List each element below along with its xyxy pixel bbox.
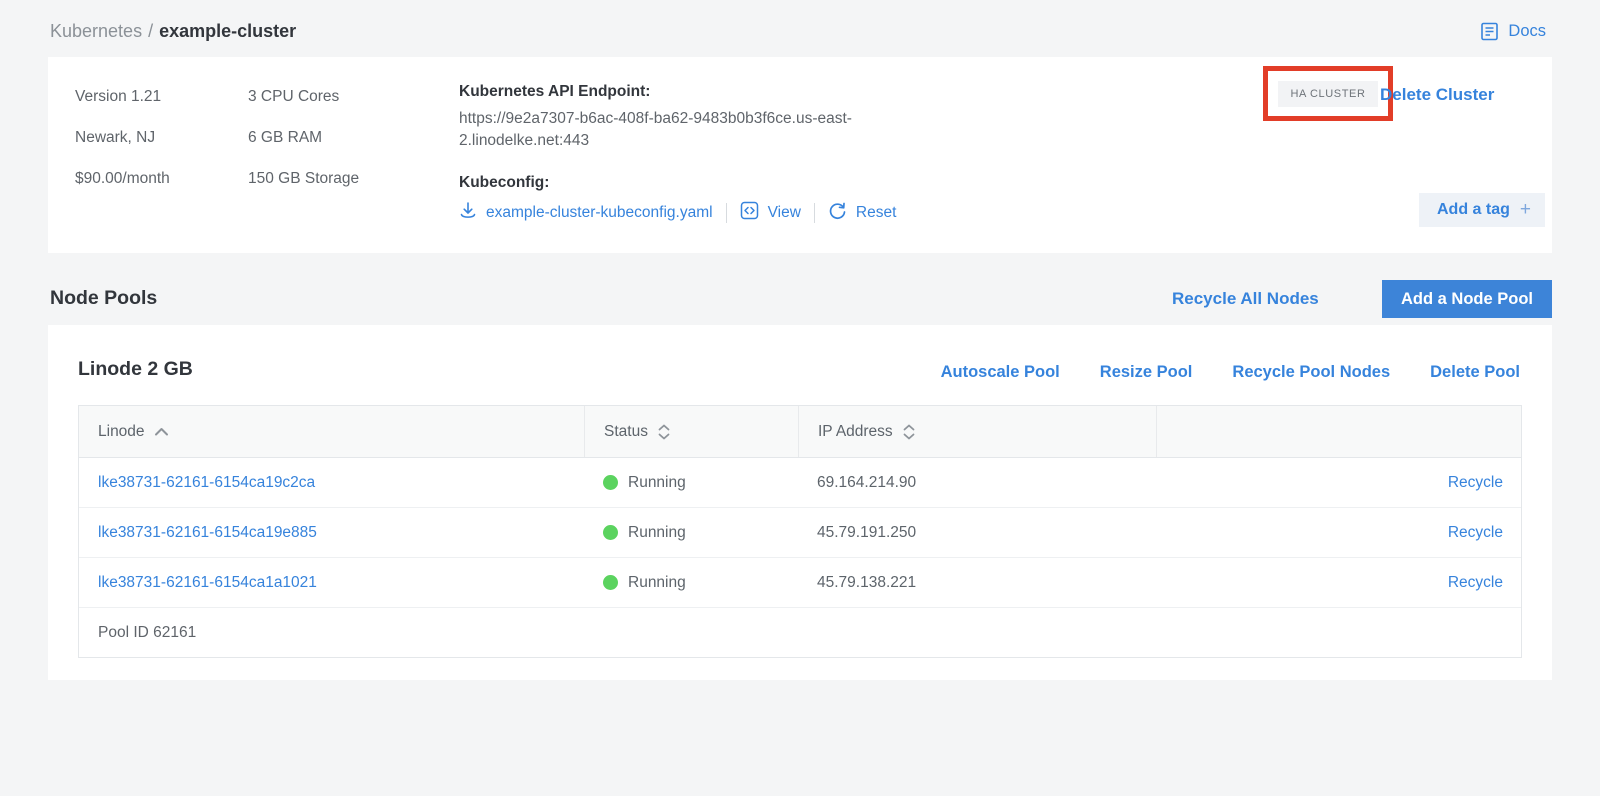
plus-icon: + — [1520, 199, 1531, 221]
code-view-icon — [740, 201, 759, 225]
status-badge: Running — [603, 524, 798, 542]
recycle-node-button[interactable]: Recycle — [1448, 574, 1503, 592]
add-node-pool-button[interactable]: Add a Node Pool — [1382, 280, 1552, 318]
cluster-specs-right: 3 CPU Cores 6 GB RAM 150 GB Storage — [248, 83, 359, 206]
resize-pool-button[interactable]: Resize Pool — [1100, 363, 1193, 382]
status-badge: Running — [603, 574, 798, 592]
cluster-cpu: 3 CPU Cores — [248, 83, 359, 124]
column-label-ip-address: IP Address — [818, 423, 893, 441]
linode-link[interactable]: lke38731-62161-6154ca19c2ca — [98, 474, 315, 491]
reset-label: Reset — [856, 204, 897, 222]
ha-cluster-highlight-box: HA CLUSTER — [1263, 66, 1393, 121]
column-label-status: Status — [604, 423, 648, 441]
recycle-node-button[interactable]: Recycle — [1448, 524, 1503, 542]
kubeconfig-file-name: example-cluster-kubeconfig.yaml — [486, 204, 713, 222]
column-header-status[interactable]: Status — [584, 406, 798, 457]
add-tag-button[interactable]: Add a tag + — [1419, 193, 1545, 227]
recycle-node-button[interactable]: Recycle — [1448, 474, 1503, 492]
api-endpoint-url: https://9e2a7307-b6ac-408f-ba62-9483b0b3… — [459, 108, 909, 152]
column-label-linode: Linode — [98, 423, 145, 441]
column-header-linode[interactable]: Linode — [79, 406, 584, 457]
delete-pool-button[interactable]: Delete Pool — [1430, 363, 1520, 382]
ha-cluster-badge: HA CLUSTER — [1278, 81, 1377, 107]
cluster-ram: 6 GB RAM — [248, 124, 359, 165]
delete-cluster-button[interactable]: Delete Cluster — [1380, 85, 1494, 105]
status-running-icon — [603, 575, 618, 590]
breadcrumb: Kubernetes / example-cluster — [50, 21, 296, 42]
column-header-ip-address[interactable]: IP Address — [798, 406, 1156, 457]
docs-icon — [1479, 21, 1500, 42]
pool-name: Linode 2 GB — [78, 358, 193, 381]
node-pool-card: Linode 2 GB Autoscale Pool Resize Pool R… — [48, 325, 1552, 680]
download-icon — [459, 201, 477, 225]
status-running-icon — [603, 525, 618, 540]
cluster-version: Version 1.21 — [75, 83, 170, 124]
status-label: Running — [628, 524, 686, 542]
recycle-pool-nodes-button[interactable]: Recycle Pool Nodes — [1232, 363, 1390, 382]
table-row: lke38731-62161-6154ca19e885 Running 45.7… — [79, 508, 1521, 558]
kubernetes-cluster-detail-page: { "colors": { "link_blue": "#3683dc", "b… — [0, 0, 1600, 796]
status-label: Running — [628, 474, 686, 492]
ip-address: 45.79.138.221 — [817, 574, 916, 591]
node-table: Linode Status IP Address lke38731-6216 — [78, 405, 1522, 658]
column-header-actions — [1156, 406, 1521, 457]
cluster-price: $90.00/month — [75, 165, 170, 206]
pool-id-label: Pool ID 62161 — [79, 624, 196, 642]
sort-both-icon — [657, 423, 671, 441]
breadcrumb-separator: / — [148, 21, 153, 41]
kubeconfig-block: Kubeconfig: example-cluster-kubeconfig.y… — [459, 174, 1019, 225]
ip-address: 45.79.191.250 — [817, 524, 916, 541]
pool-id-footer: Pool ID 62161 — [79, 608, 1521, 657]
status-running-icon — [603, 475, 618, 490]
kubeconfig-label: Kubeconfig: — [459, 174, 1019, 192]
breadcrumb-cluster-name: example-cluster — [159, 21, 296, 41]
pool-actions: Autoscale Pool Resize Pool Recycle Pool … — [941, 363, 1520, 382]
status-label: Running — [628, 574, 686, 592]
kubeconfig-reset-link[interactable]: Reset — [828, 201, 897, 225]
table-row: lke38731-62161-6154ca19c2ca Running 69.1… — [79, 458, 1521, 508]
recycle-all-nodes-button[interactable]: Recycle All Nodes — [1172, 289, 1319, 309]
cluster-summary-card: Version 1.21 Newark, NJ $90.00/month 3 C… — [48, 57, 1552, 253]
divider — [726, 203, 727, 223]
status-badge: Running — [603, 474, 798, 492]
kubeconfig-view-link[interactable]: View — [740, 201, 801, 225]
kubeconfig-download-link[interactable]: example-cluster-kubeconfig.yaml — [459, 201, 713, 225]
view-label: View — [768, 204, 801, 222]
add-tag-label: Add a tag — [1437, 201, 1510, 219]
sort-both-icon — [902, 423, 916, 441]
ip-address: 69.164.214.90 — [817, 474, 916, 491]
docs-link[interactable]: Docs — [1479, 21, 1546, 42]
cluster-region: Newark, NJ — [75, 124, 170, 165]
node-table-header: Linode Status IP Address — [79, 406, 1521, 458]
table-row: lke38731-62161-6154ca1a1021 Running 45.7… — [79, 558, 1521, 608]
linode-link[interactable]: lke38731-62161-6154ca19e885 — [98, 524, 317, 541]
divider — [814, 203, 815, 223]
breadcrumb-kubernetes-link[interactable]: Kubernetes — [50, 21, 142, 41]
cluster-storage: 150 GB Storage — [248, 165, 359, 206]
autoscale-pool-button[interactable]: Autoscale Pool — [941, 363, 1060, 382]
cluster-specs-left: Version 1.21 Newark, NJ $90.00/month — [75, 83, 170, 206]
api-endpoint-label: Kubernetes API Endpoint: — [459, 83, 919, 101]
api-endpoint-block: Kubernetes API Endpoint: https://9e2a730… — [459, 83, 919, 152]
docs-label: Docs — [1508, 22, 1546, 41]
sort-asc-icon — [154, 427, 169, 436]
linode-link[interactable]: lke38731-62161-6154ca1a1021 — [98, 574, 317, 591]
node-pools-title: Node Pools — [50, 287, 157, 310]
reset-icon — [828, 201, 847, 225]
